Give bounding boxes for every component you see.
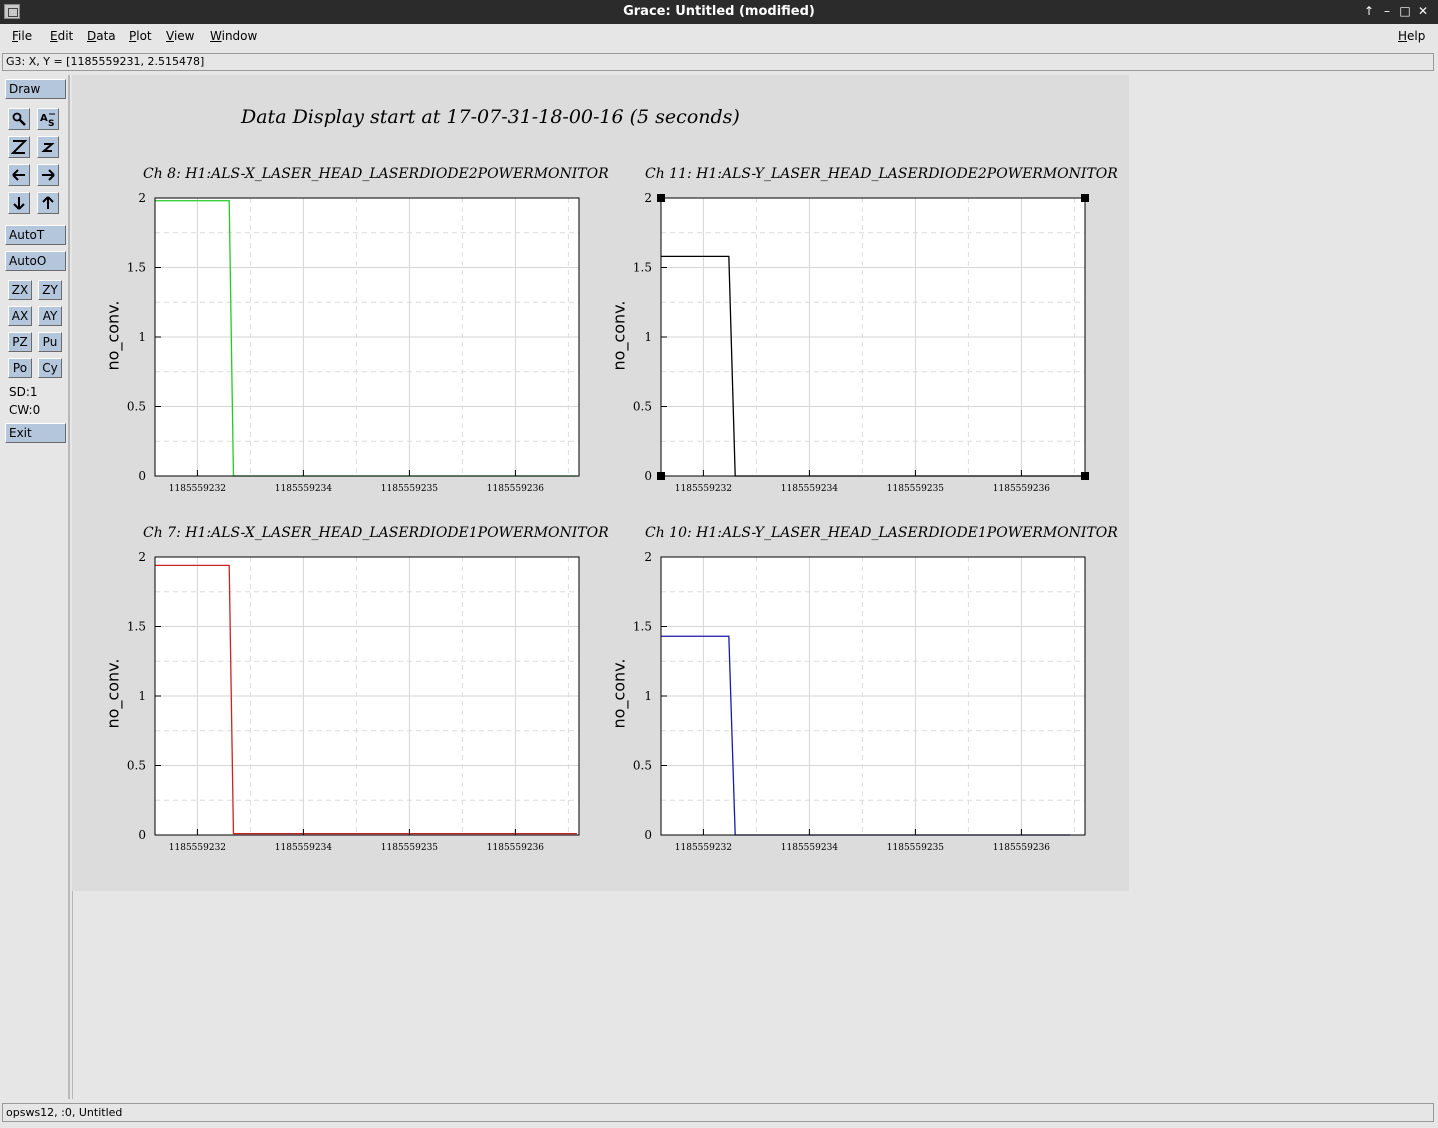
y-tick-label: 2 [644, 550, 652, 564]
menu-file[interactable]: File [12, 29, 32, 43]
svg-text:A: A [40, 113, 48, 124]
zoom-out-icon[interactable] [37, 136, 59, 158]
menu-window[interactable]: Window [210, 29, 257, 43]
x-tick-label: 1185559234 [275, 484, 333, 494]
scroll-down-icon[interactable] [8, 192, 30, 214]
y-tick-label: 1 [138, 689, 146, 703]
zx-button[interactable]: ZX [8, 280, 32, 300]
graph-ch11[interactable]: 0 0.5 1 1.5 2 1185559232 1185559234 1185559235 1… [626, 190, 1096, 500]
close-button[interactable]: ✕ [1415, 3, 1431, 19]
y-tick-label: 0 [138, 828, 146, 842]
y-tick-label: 1.5 [633, 620, 652, 634]
x-tick-label: 1185559235 [887, 843, 945, 853]
window-title: Grace: Untitled (modified) [623, 4, 815, 19]
selection-handle[interactable] [657, 194, 665, 202]
current-world-label: CW:0 [9, 403, 41, 417]
y-tick-label: 0.5 [633, 759, 652, 773]
menubar: File Edit Data Plot View Window Help [0, 25, 1438, 49]
y-tick-label: 0.5 [633, 400, 652, 414]
x-tick-label: 1185559234 [781, 484, 839, 494]
x-tick-label: 1185559236 [993, 843, 1051, 853]
graph-title-ch10: Ch 10: H1:ALS-Y_LASER_HEAD_LASERDIODE1PO… [645, 525, 1118, 541]
ax-button[interactable]: AX [8, 306, 32, 326]
y-tick-label: 1 [644, 689, 652, 703]
exit-button[interactable]: Exit [5, 423, 66, 443]
x-tick-label: 1185559236 [487, 843, 545, 853]
x-tick-label: 1185559235 [381, 484, 439, 494]
graph-title-ch7: Ch 7: H1:ALS-X_LASER_HEAD_LASERDIODE1POW… [143, 525, 609, 541]
svg-text:S: S [48, 119, 54, 129]
x-tick-label: 1185559232 [675, 843, 732, 853]
sheet-title: Data Display start at 17-07-31-18-00-16 … [241, 106, 740, 128]
menu-help[interactable]: Help [1398, 29, 1425, 43]
x-tick-label: 1185559232 [169, 843, 226, 853]
x-tick-label: 1185559236 [993, 484, 1051, 494]
y-tick-label: 1 [138, 330, 146, 344]
x-tick-label: 1185559236 [487, 484, 545, 494]
keep-above-button[interactable]: ↑ [1361, 3, 1377, 19]
menu-view[interactable]: View [166, 29, 194, 43]
menu-edit[interactable]: Edit [50, 29, 73, 43]
x-tick-label: 1185559232 [169, 484, 226, 494]
status-bar: opsws12, :0, Untitled [2, 1103, 1434, 1122]
y-tick-label: 1.5 [633, 261, 652, 275]
y-tick-label: 2 [138, 550, 146, 564]
y-tick-label: 0 [644, 828, 652, 842]
autoo-button[interactable]: AutoO [5, 251, 66, 271]
y-tick-label: 0.5 [127, 759, 146, 773]
x-tick-label: 1185559234 [781, 843, 839, 853]
y-tick-label: 0 [138, 469, 146, 483]
y-tick-label: 1.5 [127, 620, 146, 634]
scroll-right-icon[interactable] [37, 164, 59, 186]
x-tick-label: 1185559234 [275, 843, 333, 853]
draw-button[interactable]: Draw [5, 79, 66, 99]
scroll-up-icon[interactable] [37, 192, 59, 214]
y-tick-label: 1.5 [127, 261, 146, 275]
y-tick-label: 2 [644, 191, 652, 205]
x-tick-label: 1185559235 [887, 484, 945, 494]
po-button[interactable]: Po [8, 358, 32, 378]
graph-title-ch11: Ch 11: H1:ALS-Y_LASER_HEAD_LASERDIODE2PO… [645, 166, 1118, 182]
minimize-button[interactable]: – [1379, 3, 1395, 19]
graph-ch8[interactable]: 0 0.5 1 1.5 2 1185559232 1185559234 1185559235 1… [120, 190, 590, 500]
selection-handle[interactable] [1081, 194, 1089, 202]
selection-handle[interactable] [1081, 472, 1089, 480]
y-tick-label: 0.5 [127, 400, 146, 414]
zoom-in-icon[interactable] [8, 136, 30, 158]
ay-button[interactable]: AY [38, 306, 62, 326]
zy-button[interactable]: ZY [38, 280, 62, 300]
y-tick-label: 1 [644, 330, 652, 344]
x-tick-label: 1185559235 [381, 843, 439, 853]
locator-bar: G3: X, Y = [1185559231, 2.515478] [2, 53, 1434, 71]
menu-plot[interactable]: Plot [129, 29, 152, 43]
zoom-icon[interactable] [8, 108, 30, 130]
menu-data[interactable]: Data [87, 29, 116, 43]
graph-ch7[interactable]: 0 0.5 1 1.5 2 1185559232 1185559234 1185559235 1… [120, 549, 590, 859]
scroll-left-icon[interactable] [8, 164, 30, 186]
cy-button[interactable]: Cy [38, 358, 62, 378]
graph-ch10[interactable]: 0 0.5 1 1.5 2 1185559232 1185559234 1185559235 1… [626, 549, 1096, 859]
window-titlebar: Grace: Untitled (modified) ↑ – □ ✕ [0, 0, 1438, 24]
autot-button[interactable]: AutoT [5, 225, 66, 245]
pu-button[interactable]: Pu [38, 332, 62, 352]
maximize-button[interactable]: □ [1397, 3, 1413, 19]
y-tick-label: 2 [138, 191, 146, 205]
x-tick-label: 1185559232 [675, 484, 732, 494]
selection-handle[interactable] [657, 472, 665, 480]
autoscale-icon[interactable]: AS [37, 108, 59, 130]
graph-title-ch8: Ch 8: H1:ALS-X_LASER_HEAD_LASERDIODE2POW… [143, 166, 609, 182]
pz-button[interactable]: PZ [8, 332, 32, 352]
y-tick-label: 0 [644, 469, 652, 483]
set-depth-label: SD:1 [9, 385, 38, 399]
